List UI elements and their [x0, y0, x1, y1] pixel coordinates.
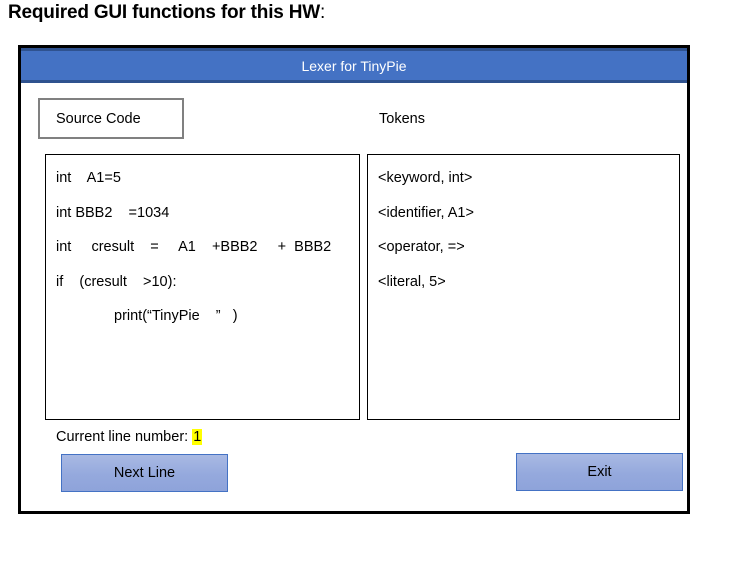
tokens-label-text: Tokens: [379, 110, 425, 127]
token-line: <identifier, A1>: [378, 204, 474, 221]
source-code-line: if (cresult >10):: [56, 273, 177, 290]
source-code-label-box: Source Code: [38, 98, 184, 139]
next-line-button-label: Next Line: [113, 465, 176, 481]
window-titlebar: Lexer for TinyPie: [21, 48, 687, 83]
current-line-label: Current line number:: [56, 429, 189, 445]
current-line-number-value: 1: [192, 429, 203, 445]
page-title-text: Required GUI functions for this HW: [8, 2, 320, 23]
exit-button-label: Exit: [587, 464, 612, 480]
page-title-colon: :: [319, 2, 326, 23]
window-title: Lexer for TinyPie: [301, 57, 407, 74]
page-title: Required GUI functions for this HW:: [8, 2, 325, 24]
source-code-line: int A1=5: [56, 170, 121, 186]
next-line-button[interactable]: Next Line: [61, 454, 228, 492]
source-code-label-text: Source Code: [56, 110, 141, 127]
exit-button[interactable]: Exit: [516, 453, 683, 491]
current-line-status: Current line number: 1: [56, 429, 203, 445]
tokens-label: Tokens: [379, 98, 425, 139]
token-line: <keyword, int>: [378, 170, 473, 186]
app-window: Lexer for TinyPie Source Code Tokens int…: [18, 45, 690, 514]
tokens-textarea[interactable]: <keyword, int> <identifier, A1> <operato…: [367, 154, 680, 420]
source-code-line: int cresult = A1 +BBB2 + BBB2: [56, 239, 332, 256]
source-code-line: print(“TinyPie ” ): [114, 308, 238, 325]
source-code-textarea[interactable]: int A1=5 int BBB2 =1034 int cresult = A1…: [45, 154, 360, 420]
token-line: <operator, =>: [378, 239, 465, 256]
source-code-line: int BBB2 =1034: [56, 204, 170, 221]
token-line: <literal, 5>: [378, 273, 446, 290]
